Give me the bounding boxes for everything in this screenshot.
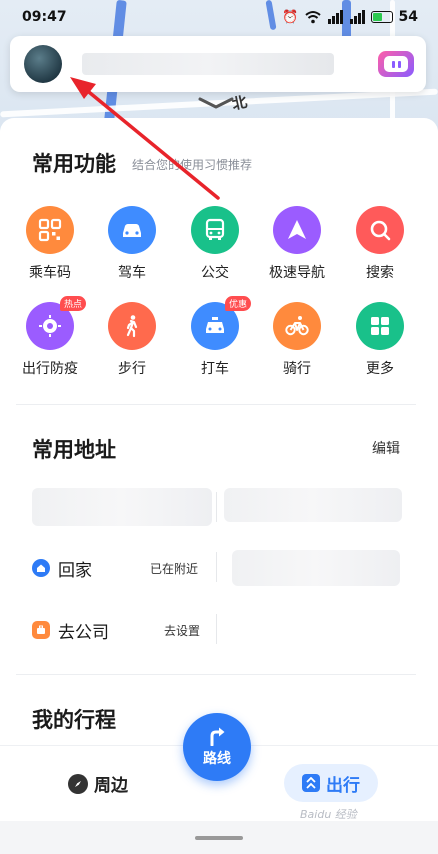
bus-icon — [191, 206, 239, 254]
home-indicator[interactable] — [195, 836, 243, 840]
grid-icon — [356, 302, 404, 350]
alarm-icon: ⏰ — [282, 9, 299, 25]
home-icon — [32, 559, 50, 577]
divider — [16, 674, 416, 675]
nav-travel[interactable]: 出行 — [284, 764, 378, 802]
battery-level: 54 — [398, 9, 418, 25]
compass-icon — [68, 773, 88, 794]
feature-label: 搜索 — [366, 265, 394, 281]
feature-navigation-arrow[interactable]: 极速导航 — [262, 206, 332, 282]
home-address-hint: 已在附近 — [150, 562, 199, 576]
voice-assistant-icon — [384, 56, 408, 72]
feature-label: 极速导航 — [269, 265, 325, 281]
virus-shield-icon: 热点 — [26, 296, 86, 350]
car-icon — [108, 206, 156, 254]
feature-label: 步行 — [118, 361, 146, 377]
avatar[interactable] — [24, 45, 62, 83]
divider — [216, 552, 217, 582]
status-time: 09:47 — [22, 9, 67, 25]
blurred-address[interactable] — [232, 550, 400, 586]
company-address-hint[interactable]: 去设置 — [164, 622, 200, 639]
blurred-address[interactable] — [224, 488, 402, 522]
walk-icon — [108, 302, 156, 350]
route-turn-icon — [210, 727, 225, 746]
home-address-label[interactable]: 回家 — [58, 556, 92, 581]
main-panel: 常用功能 结合您的使用习惯推荐 乘车码 驾车 公交 极速导航 搜索 热点 出行防疫 步行 优惠打… — [0, 118, 438, 758]
feature-label: 更多 — [366, 361, 394, 377]
search-icon — [356, 206, 404, 254]
blurred-username[interactable] — [82, 53, 334, 75]
divider — [16, 404, 416, 405]
feature-taxi[interactable]: 优惠打车 — [180, 296, 251, 378]
account-bar[interactable] — [10, 36, 426, 92]
bike-icon — [273, 302, 321, 350]
feature-search[interactable]: 搜索 — [345, 206, 415, 282]
signal-icon — [327, 10, 343, 24]
feature-badge: 热点 — [59, 296, 86, 311]
status-indicators: ⏰ 54 — [282, 9, 418, 25]
status-bar: 09:47 ⏰ 54 — [0, 0, 438, 34]
my-trips-title: 我的行程 — [32, 708, 116, 732]
divider — [216, 614, 217, 644]
feature-label: 乘车码 — [29, 265, 71, 281]
feature-label: 打车 — [201, 361, 229, 377]
feature-bike[interactable]: 骑行 — [262, 302, 332, 378]
qrcode-icon — [26, 206, 74, 254]
battery-icon — [370, 11, 393, 23]
feature-badge: 优惠 — [224, 296, 251, 311]
common-addresses-title: 常用地址 — [32, 438, 116, 462]
route-button[interactable]: 路线 — [183, 713, 251, 781]
feature-label: 骑行 — [283, 361, 311, 377]
edit-addresses-link[interactable]: 编辑 — [372, 438, 400, 458]
signal-icon — [349, 10, 365, 24]
feature-bus[interactable]: 公交 — [180, 206, 250, 282]
route-label: 路线 — [203, 751, 231, 767]
feature-qrcode[interactable]: 乘车码 — [15, 206, 85, 282]
travel-icon — [302, 774, 320, 792]
feature-label: 出行防疫 — [22, 361, 78, 377]
common-functions-title: 常用功能 — [32, 152, 116, 176]
feature-label: 公交 — [201, 265, 229, 281]
system-nav-area — [0, 821, 438, 854]
blurred-address[interactable] — [32, 488, 212, 526]
divider — [216, 492, 217, 522]
nav-nearby[interactable]: 周边 — [68, 771, 128, 796]
feature-walk[interactable]: 步行 — [97, 302, 167, 378]
voice-assistant-button[interactable] — [378, 51, 414, 77]
briefcase-icon — [32, 621, 50, 639]
navigation-arrow-icon — [273, 206, 321, 254]
watermark: Baidu 经验 — [300, 808, 357, 821]
feature-grid[interactable]: 更多 — [345, 302, 415, 378]
wifi-icon — [304, 11, 321, 24]
nav-nearby-label: 周边 — [94, 776, 128, 796]
feature-car[interactable]: 驾车 — [97, 206, 167, 282]
company-address-label[interactable]: 去公司 — [58, 618, 109, 643]
nav-travel-label: 出行 — [326, 775, 360, 796]
feature-label: 驾车 — [118, 265, 146, 281]
common-functions-subtitle: 结合您的使用习惯推荐 — [132, 158, 253, 172]
feature-virus-shield[interactable]: 热点出行防疫 — [15, 296, 86, 378]
taxi-icon: 优惠 — [191, 296, 251, 350]
chevron-down-icon[interactable] — [196, 96, 236, 110]
